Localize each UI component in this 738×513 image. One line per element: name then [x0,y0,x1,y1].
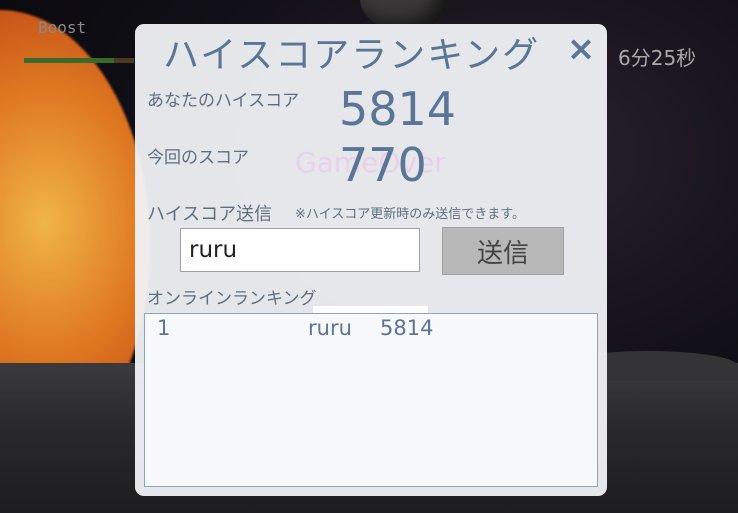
timer: 6分25秒 [618,46,697,70]
boost-meter-fill [24,58,115,63]
rank-score: 5814 [380,316,434,340]
submit-note: ※ハイスコア更新時のみ送信できます。 [295,207,525,222]
ranking-list[interactable]: 1 ruru 5814 [144,313,598,487]
boost-label: Boost [38,18,87,37]
submit-heading: ハイスコア送信 [147,204,273,225]
highscore-dialog: ハイスコアランキング × あなたのハイスコア 5814 GameOver 今回の… [135,24,607,496]
dialog-title: ハイスコアランキング [163,35,541,76]
name-input[interactable] [180,228,420,272]
send-button[interactable]: 送信 [442,227,564,275]
close-icon[interactable]: × [565,32,597,66]
your-highscore-label: あなたのハイスコア [147,91,300,111]
rank-number: 1 [157,316,171,340]
your-highscore-value: 5814 [339,82,457,136]
current-score-label: 今回のスコア [147,148,249,168]
online-ranking-label: オンラインランキング [147,289,317,309]
current-score-value: 770 [339,138,427,192]
boost-meter [24,58,134,63]
rank-player-name: ruru [308,316,352,340]
list-item: 1 ruru 5814 [145,314,597,346]
